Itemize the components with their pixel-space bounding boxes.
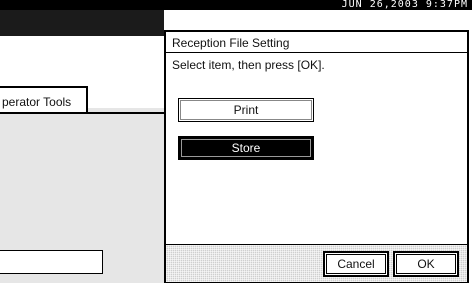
ok-button[interactable]: OK [393, 251, 459, 277]
dialog-title-divider [166, 52, 467, 53]
dialog-instruction: Select item, then press [OK]. [172, 58, 325, 72]
dialog-title: Reception File Setting [172, 36, 290, 50]
cancel-button[interactable]: Cancel [323, 251, 389, 277]
background-header-bar [0, 10, 164, 36]
status-clock: JUN 26,2003 9:37PM [0, 0, 472, 10]
reception-file-setting-dialog: Reception File Setting Select item, then… [164, 30, 469, 283]
background-field [0, 250, 103, 274]
store-option-button[interactable]: Store [178, 136, 314, 160]
print-option-button[interactable]: Print [178, 98, 314, 122]
tab-operator-tools[interactable]: perator Tools [0, 86, 88, 114]
dialog-footer: Cancel OK [166, 244, 467, 282]
tab-divider [0, 112, 164, 114]
